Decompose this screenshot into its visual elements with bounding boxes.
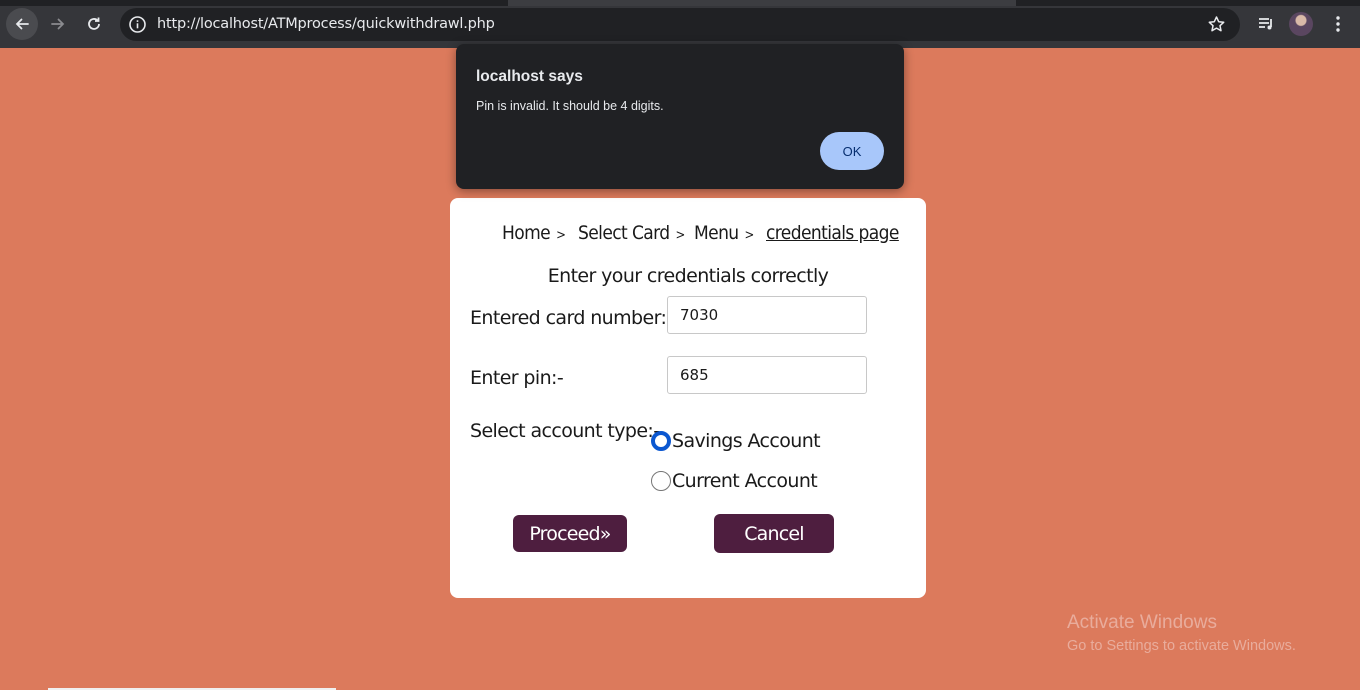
reload-button[interactable]: [78, 8, 110, 40]
cancel-button[interactable]: Cancel: [714, 514, 834, 553]
back-arrow-icon: [15, 18, 29, 30]
current-account-label[interactable]: Current Account: [672, 470, 818, 492]
alert-ok-button[interactable]: OK: [820, 132, 884, 170]
alert-message: Pin is invalid. It should be 4 digits.: [476, 99, 664, 113]
back-button[interactable]: [6, 8, 38, 40]
forward-button[interactable]: [42, 8, 74, 40]
activate-windows-watermark-subtitle: Go to Settings to activate Windows.: [1067, 638, 1296, 654]
breadcrumb-home[interactable]: Home >: [502, 222, 566, 244]
current-account-option[interactable]: Current Account: [651, 470, 818, 492]
url-text[interactable]: http://localhost/ATMprocess/quickwithdra…: [157, 16, 495, 32]
browser-menu-button[interactable]: [1326, 12, 1350, 36]
reload-icon: [88, 17, 100, 30]
media-control-icon: [1259, 18, 1272, 30]
media-control-button[interactable]: [1254, 12, 1278, 36]
breadcrumb-select-card-label[interactable]: Select Card: [578, 222, 670, 244]
breadcrumb-home-label[interactable]: Home: [502, 222, 551, 244]
alert-title: localhost says: [476, 68, 583, 85]
card-number-field[interactable]: 7030: [667, 296, 867, 334]
savings-account-label[interactable]: Savings Account: [672, 430, 821, 452]
bookmark-star-icon[interactable]: [1207, 15, 1226, 34]
savings-account-option[interactable]: Savings Account: [651, 430, 821, 452]
card-number-label: Entered card number:-: [470, 307, 673, 329]
alert-dialog: localhost says Pin is invalid. It should…: [456, 44, 904, 189]
breadcrumb-separator: >: [744, 228, 755, 243]
pin-label: Enter pin:-: [470, 367, 564, 389]
breadcrumb-separator: >: [675, 228, 686, 243]
form-heading: Enter your credentials correctly: [547, 265, 829, 287]
breadcrumb-separator: >: [556, 228, 566, 243]
tab-strip: [0, 0, 1360, 6]
kebab-menu-icon: [1336, 16, 1340, 32]
pin-field[interactable]: 685: [667, 356, 867, 394]
profile-avatar[interactable]: [1289, 12, 1313, 36]
savings-radio-button[interactable]: [651, 431, 671, 451]
site-info-icon[interactable]: [128, 15, 147, 34]
breadcrumb-menu-label[interactable]: Menu: [694, 222, 739, 244]
breadcrumb-credentials-page[interactable]: credentials page: [766, 222, 899, 244]
account-type-label: Select account type:-: [470, 420, 660, 442]
browser-toolbar: http://localhost/ATMprocess/quickwithdra…: [0, 0, 1360, 48]
activate-windows-watermark-title: Activate Windows: [1067, 612, 1217, 633]
breadcrumb-select-card[interactable]: Select Card >: [578, 222, 685, 244]
current-radio-button[interactable]: [651, 471, 671, 491]
credentials-card: Home > Select Card > Menu > credentials pag…: [450, 198, 926, 598]
breadcrumb-menu[interactable]: Menu >: [694, 222, 754, 244]
proceed-button[interactable]: Proceed»: [513, 515, 627, 552]
active-tab-hint[interactable]: [508, 0, 1016, 6]
address-bar[interactable]: http://localhost/ATMprocess/quickwithdra…: [120, 8, 1240, 41]
forward-arrow-icon: [51, 18, 65, 30]
